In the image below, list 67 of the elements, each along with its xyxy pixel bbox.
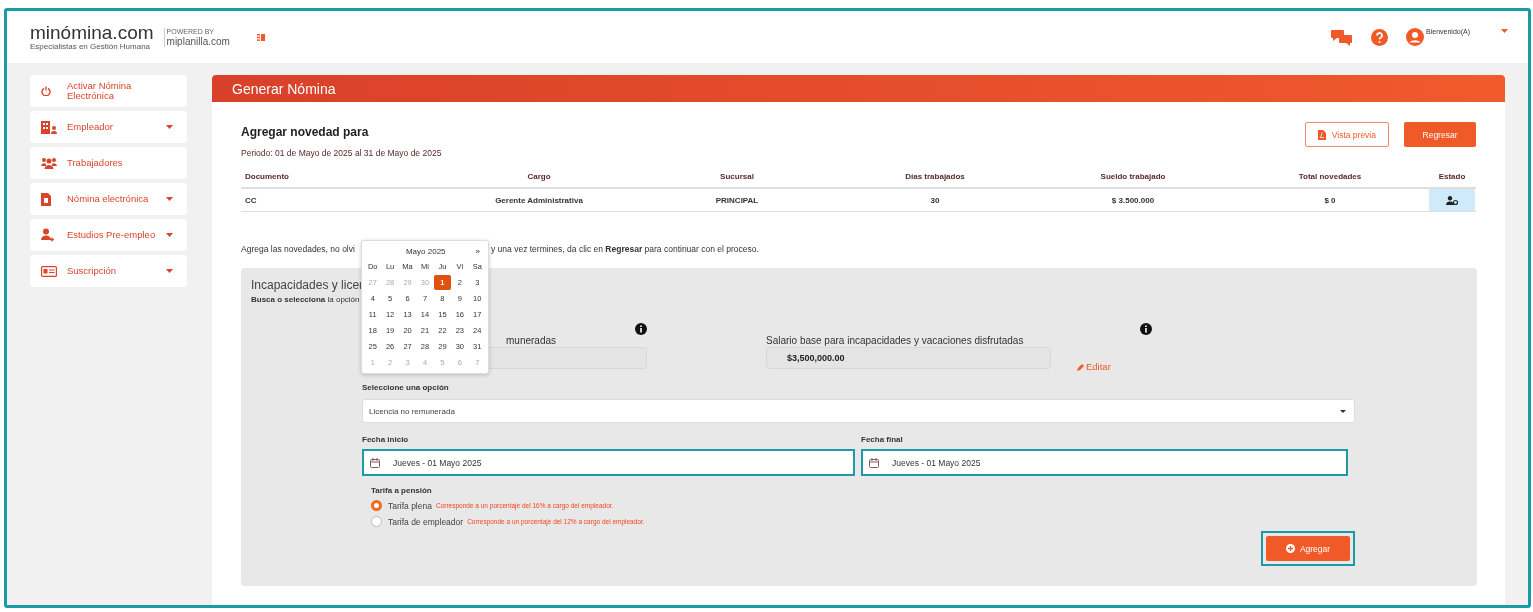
id-card-icon [41,265,57,277]
panel-subtitle: Busca o selecciona la opción [251,295,360,304]
salary-field: $3,500,000.00 [766,347,1051,369]
table-cell-text: Gerente Administrativa [494,195,584,205]
status-cell[interactable] [1429,189,1475,211]
table-cell-text: $ 0 [1323,195,1337,205]
table-cell-text: 30 [929,195,941,205]
column-header: Sueldo trabajado [1099,171,1167,181]
table-cell-text: $ 3.500.000 [1110,195,1156,205]
help-icon[interactable] [1371,28,1389,46]
sidebar-item[interactable]: Empleador [30,111,187,143]
sidebar-item[interactable]: Estudios Pre-empleo [30,219,187,251]
small-bars-icon[interactable] [256,33,265,41]
month-title[interactable]: Mayo 2025 [405,247,446,256]
radio-label: Tarifa plena [388,500,432,511]
panel-title: Incapacidades y licer [251,278,364,292]
sidebar-item[interactable]: Activar Nómina Electrónica [30,75,187,107]
section-heading: Agregar novedad para [241,125,370,139]
date-field[interactable]: Jueves - 01 Mayo 2025 [861,449,1348,476]
table-cell-text: CC [244,195,258,205]
caret-icon [1340,409,1346,413]
column-header: Total novedades [1297,171,1363,181]
caret-icon[interactable] [1501,29,1508,33]
user-plus-icon [41,228,55,242]
instruction-text: y una vez termines, da clic en Regresar para continuar con el proceso. [491,244,759,254]
field-label: Salario base para incapacidades y vacaciones disfrutadas [766,335,1024,346]
document-icon [41,192,51,206]
column-header: Sucursal [719,171,755,181]
column-header: Documento [244,171,290,181]
next-month-button[interactable]: » [475,247,480,256]
card-title: Generar Nómina [232,80,336,97]
period-text: Periodo: 01 de Mayo de 2025 al 31 de Mayo de 2025 [241,148,442,158]
user-gear-icon [1446,195,1458,205]
info-icon[interactable] [1140,323,1152,335]
field-label: Tarifa a pensión [371,486,433,495]
option-select[interactable]: Licencia no remunerada [362,399,1355,423]
field-label: Seleccione una opción [362,383,450,392]
pencil-icon [1077,362,1085,371]
field-label: Fecha final [861,435,904,444]
column-header: Cargo [526,171,552,181]
radio-label: Tarifa de empleador [388,516,464,527]
plus-circle-icon [1285,544,1295,553]
instruction-text: Agrega las novedades, no olvi [241,244,355,254]
power-icon [41,86,51,96]
calendar-icon [370,457,380,468]
chat-icon[interactable] [1331,28,1354,46]
building-icon [41,120,58,134]
pdf-file-icon [1317,129,1326,140]
radio-button[interactable] [371,500,382,511]
user-avatar-icon[interactable] [1406,28,1425,46]
date-field[interactable]: Jueves - 01 Mayo 2025 [362,449,855,476]
column-header: Días trabajados [904,171,966,181]
field-label: Fecha inicio [362,435,410,444]
preview-button[interactable]: Vista previa [1304,122,1389,147]
partner-logo-text: miplanilla.com [166,35,230,47]
logo-text: minómina.com [30,23,154,42]
sidebar-item[interactable]: Trabajadores [30,147,187,179]
table-cell-text: PRINCIPAL [714,195,760,205]
sidebar-item[interactable]: Nómina electrónica [30,183,187,215]
column-header: Estado [1437,171,1467,181]
calendar-icon [869,457,879,468]
info-icon[interactable] [635,323,647,335]
radio-button[interactable] [371,516,382,527]
users-icon [41,157,57,169]
field-label: muneradas [506,335,557,346]
sidebar-item[interactable]: Suscripción [30,255,187,287]
logo-tagline: Especialistas en Gestión Humana [30,42,152,51]
